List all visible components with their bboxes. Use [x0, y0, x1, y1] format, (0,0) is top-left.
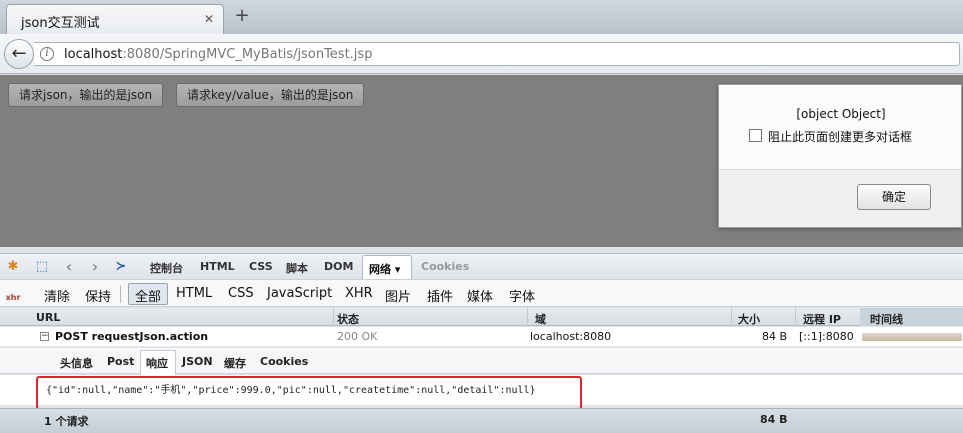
tab-script[interactable]: 脚本	[286, 260, 308, 276]
column-divider	[795, 308, 796, 326]
request-count: 1 个请求	[44, 415, 89, 428]
tab-network[interactable]: 网络 ▾	[362, 255, 412, 280]
request-key-value-button[interactable]: 请求key/value，输出的是json	[176, 83, 365, 107]
command-line-icon[interactable]: ≻	[112, 258, 130, 276]
total-size: 84 B	[760, 413, 788, 426]
url-bar[interactable]: i localhost:8080/SpringMVC_MyBatis/jsonT…	[34, 42, 960, 66]
column-url[interactable]: URL	[36, 311, 60, 324]
filter-all[interactable]: 全部	[135, 286, 161, 305]
filter-javascript[interactable]: JavaScript	[267, 286, 332, 301]
dialog-footer: 确定	[719, 169, 961, 227]
column-divider	[333, 308, 334, 326]
request-status: 200 OK	[337, 330, 378, 343]
filter-html[interactable]: HTML	[176, 286, 212, 301]
back-arrow-icon: ←	[11, 43, 27, 64]
prevent-dialogs-checkbox[interactable]	[749, 129, 762, 142]
url-path: :8080/SpringMVC_MyBatis/jsonTest.jsp	[122, 47, 373, 62]
column-domain[interactable]: 域	[535, 311, 546, 327]
highlight-box	[36, 376, 582, 410]
url-text[interactable]: localhost:8080/SpringMVC_MyBatis/jsonTes…	[64, 47, 372, 62]
filter-xhr[interactable]: XHR	[345, 286, 373, 301]
tab-dom[interactable]: DOM	[324, 260, 353, 273]
column-remote-ip[interactable]: 远程 IP	[803, 311, 841, 327]
url-host: localhost	[64, 47, 123, 62]
filter-separator	[120, 285, 121, 303]
filter-plugins[interactable]: 插件	[427, 286, 453, 305]
column-status[interactable]: 状态	[337, 311, 359, 327]
request-json-button[interactable]: 请求json，输出的是json	[8, 83, 164, 107]
chevron-left-icon[interactable]: ‹	[60, 258, 78, 276]
column-divider	[527, 308, 528, 326]
new-tab-button[interactable]: +	[232, 6, 252, 26]
network-summary: 1 个请求 84 B	[0, 408, 963, 433]
persist-button[interactable]: 保持	[85, 286, 111, 305]
detail-tab-cache[interactable]: 缓存	[224, 355, 246, 371]
detail-tab-response[interactable]: 响应	[146, 355, 168, 371]
tab-title: json交互测试	[21, 16, 100, 31]
column-divider	[731, 308, 732, 326]
detail-tab-post[interactable]: Post	[107, 355, 134, 368]
chevron-right-icon[interactable]: ›	[86, 258, 104, 276]
info-icon[interactable]: i	[40, 47, 54, 61]
tab-network-label: 网络 ▾	[369, 263, 401, 276]
xhr-icon[interactable]: xhr	[5, 285, 21, 303]
inspect-icon[interactable]: ⬚	[33, 258, 51, 276]
request-size: 84 B	[762, 330, 788, 343]
request-domain: localhost:8080	[530, 330, 612, 343]
alert-dialog: [object Object] 阻止此页面创建更多对话框 确定	[718, 84, 962, 228]
network-table-header: URL 状态 域 大小 远程 IP 时间线	[0, 308, 963, 326]
request-url[interactable]: POST requestJson.action	[55, 330, 208, 343]
tab-css[interactable]: CSS	[249, 260, 273, 273]
detail-tab-headers[interactable]: 头信息	[60, 355, 93, 371]
table-row[interactable]: − POST requestJson.action 200 OK localho…	[0, 327, 963, 347]
filter-fonts[interactable]: 字体	[509, 286, 535, 305]
request-detail-tabs: 头信息 Post 响应 JSON 缓存 Cookies	[0, 348, 963, 375]
browser-tab[interactable]: json交互测试 ✕	[6, 4, 224, 34]
firebug-toolbar: ✱ ⬚ ‹ › ≻ 控制台 HTML CSS 脚本 DOM 网络 ▾ Cooki…	[0, 253, 963, 280]
collapse-icon[interactable]: −	[40, 332, 49, 341]
tab-cookies[interactable]: Cookies	[421, 260, 469, 273]
network-filter-bar: xhr 清除 保持 全部 HTML CSS JavaScript XHR 图片 …	[0, 279, 963, 307]
back-button[interactable]: ←	[4, 39, 34, 69]
ok-button[interactable]: 确定	[857, 184, 931, 210]
browser-tab-strip: json交互测试 ✕ +	[0, 0, 963, 34]
tab-html[interactable]: HTML	[200, 260, 235, 273]
firebug-bug-icon[interactable]: ✱	[4, 258, 22, 276]
prevent-dialogs-label[interactable]: 阻止此页面创建更多对话框	[768, 128, 912, 145]
column-timeline[interactable]: 时间线	[870, 311, 903, 327]
detail-tab-json[interactable]: JSON	[182, 355, 213, 368]
filter-images[interactable]: 图片	[385, 286, 411, 305]
request-remote-ip: [::1]:8080	[799, 330, 854, 343]
clear-button[interactable]: 清除	[44, 286, 70, 305]
navigation-bar: ← i localhost:8080/SpringMVC_MyBatis/jso…	[0, 34, 963, 74]
filter-media[interactable]: 媒体	[467, 286, 493, 305]
tab-console[interactable]: 控制台	[150, 260, 183, 276]
detail-tab-cookies[interactable]: Cookies	[260, 355, 308, 368]
filter-css[interactable]: CSS	[228, 286, 254, 301]
column-size[interactable]: 大小	[738, 311, 760, 327]
timeline-bar	[862, 333, 962, 341]
dialog-message: [object Object]	[796, 107, 886, 121]
close-icon[interactable]: ✕	[201, 11, 217, 27]
